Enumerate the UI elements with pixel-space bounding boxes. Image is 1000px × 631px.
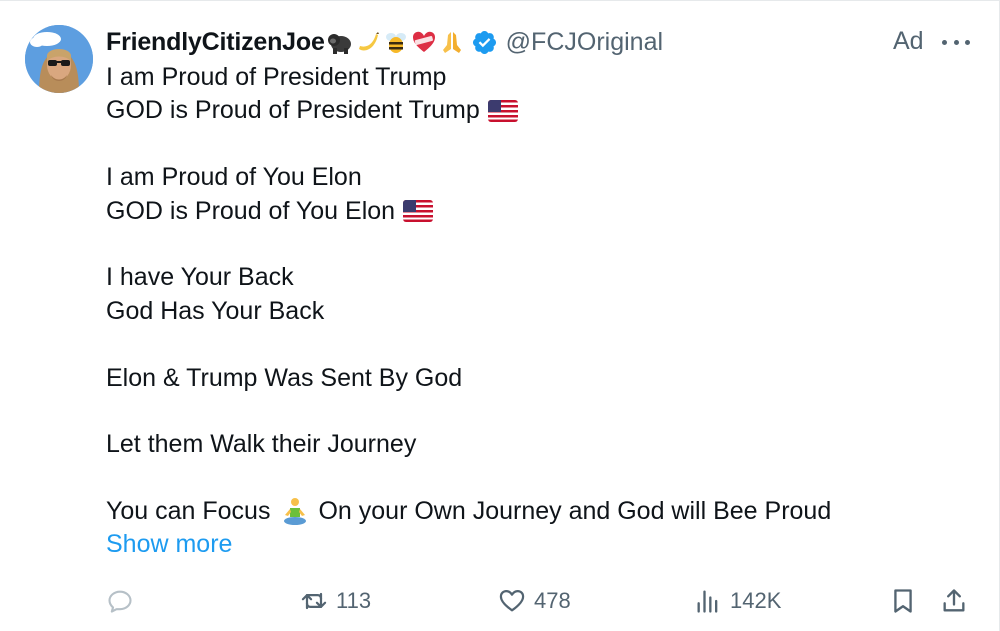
us-flag-emoji [403, 200, 434, 223]
tweet-card[interactable]: FriendlyCitizenJoe @FCJOriginal Ad I am … [0, 0, 1000, 631]
bee-emoji [385, 33, 406, 53]
text-line: You can Focus On your Own Journey and Go… [106, 497, 832, 526]
text-line: I have Your Back [106, 263, 294, 292]
author-handle[interactable]: @FCJOriginal [506, 28, 663, 57]
text-line: GOD is Proud of You Elon [106, 195, 966, 228]
promoted-label: Ad [893, 27, 924, 55]
view-count: 142K [730, 588, 782, 613]
share-icon [943, 589, 965, 612]
banana-emoji [358, 32, 379, 51]
text-line: I am Proud of You Elon [106, 163, 362, 192]
folded-hands-emoji [442, 32, 461, 53]
bookmark-icon [894, 589, 912, 613]
tweet-text: I am Proud of President Trump GOD is Pro… [106, 61, 966, 562]
gorilla-emoji [327, 34, 351, 54]
views-button[interactable]: 142K [694, 581, 781, 621]
more-options-icon[interactable] [942, 29, 970, 55]
tweet-header: FriendlyCitizenJoe @FCJOriginal [106, 25, 663, 59]
author-display-name[interactable]: FriendlyCitizenJoe [106, 28, 325, 57]
text-line: God Has Your Back [106, 296, 325, 325]
text-line: Let them Walk their Journey [106, 430, 417, 459]
like-count: 478 [534, 588, 571, 613]
text-line: GOD is Proud of President Trump [106, 94, 966, 127]
text-line: Show more [106, 528, 966, 561]
share-button[interactable] [940, 581, 968, 621]
verified-badge-icon[interactable] [471, 29, 498, 56]
heart-icon [499, 589, 525, 612]
retweet-count: 113 [336, 588, 372, 613]
us-flag-emoji [487, 100, 518, 123]
bookmark-button[interactable] [889, 581, 917, 621]
retweet-icon [301, 592, 327, 610]
like-button[interactable]: 478 [498, 581, 571, 621]
show-more-link[interactable]: Show more [106, 528, 232, 561]
reply-icon [108, 590, 132, 613]
author-avatar[interactable] [25, 25, 93, 93]
retweet-button[interactable]: 113 [300, 581, 371, 621]
name-emojis [327, 29, 465, 55]
mending-heart-emoji [412, 31, 435, 52]
person-meditating-emoji [284, 497, 307, 525]
reply-button[interactable] [106, 581, 142, 621]
text-line: Elon & Trump Was Sent By God [106, 363, 463, 392]
views-chart-icon [697, 590, 718, 613]
text-line: I am Proud of President Trump [106, 63, 447, 91]
tweet-actions: 113 478 142K [106, 581, 976, 621]
